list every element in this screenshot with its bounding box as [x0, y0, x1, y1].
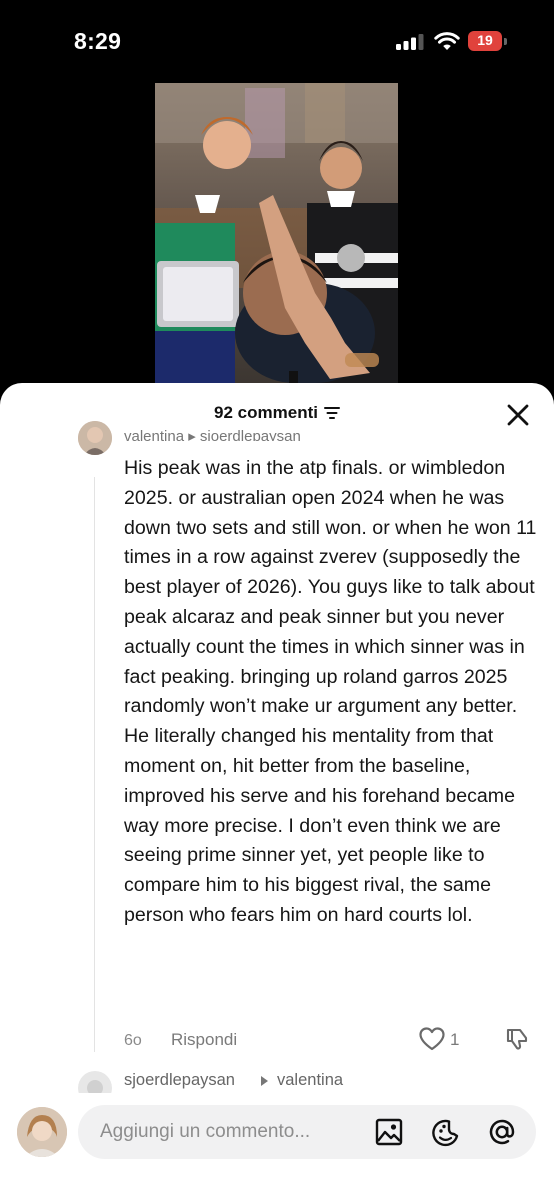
status-bar: 8:29 19: [0, 0, 554, 80]
comment-time: 6o: [124, 1032, 142, 1049]
cellular-signal-icon: [396, 34, 424, 50]
comment-text: His peak was in the atp finals. or wimbl…: [124, 457, 537, 926]
comment-composer: Aggiungi un commento...: [0, 1093, 554, 1200]
next-comment-reply-to[interactable]: valentina: [277, 1071, 343, 1090]
comment-input-placeholder: Aggiungi un commento...: [100, 1121, 311, 1142]
comment-actions: 6o Rispondi 1: [124, 1027, 544, 1060]
clock: 8:29: [74, 28, 122, 54]
video-thumbnail[interactable]: [155, 83, 398, 383]
thread-line: [94, 477, 95, 1052]
dislike-icon[interactable]: [504, 1026, 530, 1052]
wifi-icon: [434, 32, 460, 50]
reply-arrow-icon: [261, 1076, 268, 1086]
previous-comment-avatar[interactable]: [78, 421, 112, 455]
previous-comment-names: valentina ▸ sjoerdlepaysan: [124, 428, 301, 441]
battery-indicator: 19: [468, 31, 508, 51]
next-comment-username[interactable]: sjoerdlepaysan: [124, 1071, 235, 1090]
like-count: 1: [450, 1030, 460, 1049]
video-frame-image: [155, 83, 398, 383]
user-avatar[interactable]: [17, 1107, 67, 1157]
comment-count-label: 92 commenti: [214, 403, 318, 422]
comment-count-title[interactable]: 92 commenti: [0, 403, 554, 423]
close-icon[interactable]: [505, 402, 531, 428]
image-icon[interactable]: [374, 1117, 404, 1147]
next-comment-header: sjoerdlepaysan valentina: [0, 1065, 554, 1105]
reply-button[interactable]: Rispondi: [171, 1030, 237, 1050]
sort-filter-icon[interactable]: [323, 406, 340, 420]
comments-sheet: 92 commenti valentina ▸ sjoerdlepaysan H…: [0, 383, 554, 1200]
comment-input[interactable]: Aggiungi un commento...: [78, 1105, 536, 1159]
heart-icon[interactable]: [418, 1026, 446, 1052]
mention-icon[interactable]: [486, 1116, 518, 1148]
sticker-emoji-icon[interactable]: [430, 1117, 462, 1149]
battery-level: 19: [477, 32, 493, 48]
